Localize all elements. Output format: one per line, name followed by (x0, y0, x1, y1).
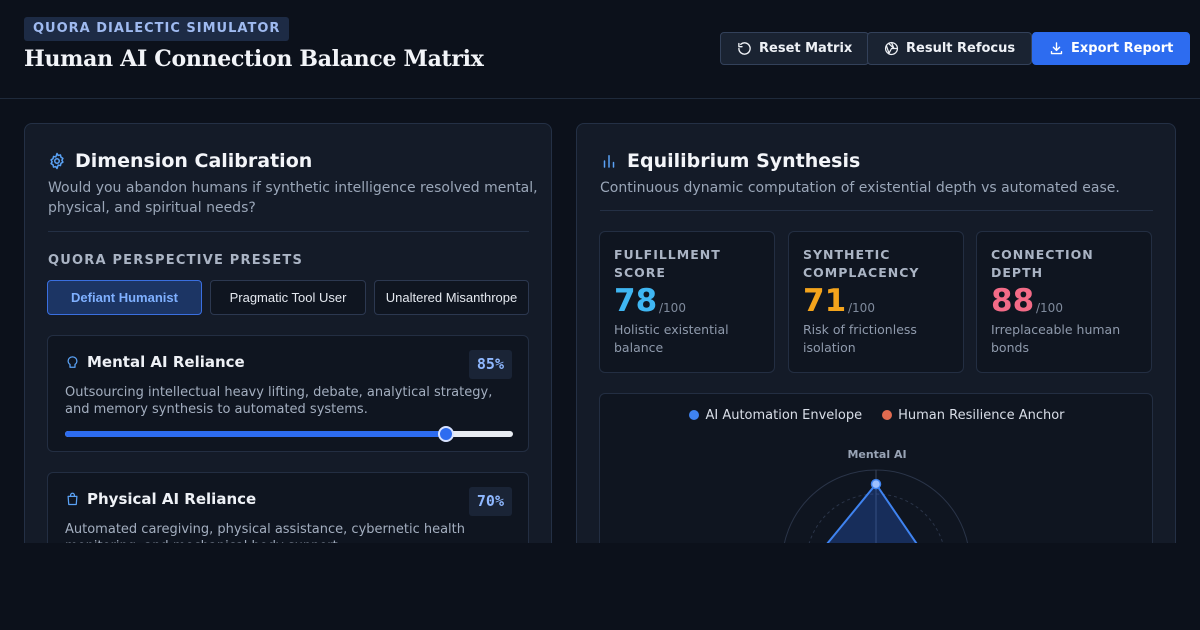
shopping-bag-icon (67, 492, 78, 505)
viewport-bottom (0, 543, 1200, 630)
synthetic-complacency-description: Risk of frictionless isolation (803, 322, 917, 355)
equilibrium-synthesis-panel: Equilibrium Synthesis Continuous dynamic… (576, 123, 1176, 593)
mental-reliance-title: Mental AI Reliance (87, 353, 245, 371)
rotate-ccw-icon (738, 42, 751, 55)
connection-depth-label: CONNECTION DEPTH (991, 247, 1094, 280)
synthesis-title: Equilibrium Synthesis (627, 150, 861, 172)
connection-depth-value: 88 (991, 283, 1035, 319)
connection-depth-description: Irreplaceable human bonds (991, 322, 1121, 355)
synthesis-divider (600, 210, 1153, 211)
export-report-button[interactable]: Export Report (1032, 32, 1191, 65)
result-refocus-label: Result Refocus (906, 41, 1016, 56)
preset-defiant-humanist[interactable]: Defiant Humanist (47, 280, 202, 315)
fulfillment-score-card: FULFILLMENT SCORE 78 /100 Holistic exist… (599, 231, 775, 373)
calibration-subtitle: Would you abandon humans if synthetic in… (48, 180, 538, 216)
ai-mental-point (870, 478, 882, 490)
mental-reliance-percent: 85% (468, 350, 512, 379)
physical-reliance-header: Physical AI Reliance (65, 490, 256, 508)
reset-matrix-button[interactable]: Reset Matrix (720, 32, 870, 65)
gear-icon (50, 152, 64, 170)
synthetic-complacency-label: SYNTHETIC COMPLACENCY (803, 247, 920, 280)
calibration-header: Dimension Calibration (48, 150, 312, 172)
synthetic-complacency-value: 71 (803, 283, 847, 319)
calibration-title: Dimension Calibration (75, 150, 313, 172)
result-refocus-button[interactable]: Result Refocus (867, 32, 1033, 65)
fulfillment-score-label: FULFILLMENT SCORE (614, 247, 721, 280)
physical-reliance-title: Physical AI Reliance (87, 490, 257, 508)
mental-reliance-description: Outsourcing intellectual heavy lifting, … (65, 385, 493, 417)
mental-slider-fill (65, 431, 446, 437)
connection-depth-card: CONNECTION DEPTH 88 /100 Irreplaceable h… (976, 231, 1152, 373)
preset-unaltered-misanthrope[interactable]: Unaltered Misanthrope (374, 280, 529, 315)
synthetic-complacency-card: SYNTHETIC COMPLACENCY 71 /100 Risk of fr… (788, 231, 964, 373)
presets-label: QUORA PERSPECTIVE PRESETS (48, 253, 304, 268)
fulfillment-score-value: 78 (614, 283, 658, 319)
app-badge: QUORA DIALECTIC SIMULATOR (24, 17, 290, 41)
mental-slider-thumb[interactable] (437, 426, 454, 442)
fulfillment-score-description: Holistic existential balance (614, 322, 729, 355)
mental-reliance-slider[interactable] (65, 426, 513, 442)
synthesis-subtitle: Continuous dynamic computation of existe… (600, 180, 1120, 196)
download-icon (1050, 42, 1063, 55)
fulfillment-score-max: /100 (659, 301, 686, 315)
dimension-calibration-panel: Dimension Calibration Would you abandon … (24, 123, 552, 589)
page-title: Human AI Connection Balance Matrix (24, 46, 484, 72)
export-report-label: Export Report (1071, 41, 1174, 56)
bar-chart-icon (603, 155, 615, 168)
brain-icon (67, 355, 78, 368)
connection-depth-max: /100 (1036, 301, 1063, 315)
mental-reliance-card: Mental AI Reliance 85% Outsourcing intel… (47, 335, 529, 452)
app-header: QUORA DIALECTIC SIMULATOR Human AI Conne… (0, 0, 1200, 99)
calibration-divider (48, 231, 529, 232)
synthetic-complacency-max: /100 (848, 301, 875, 315)
physical-reliance-percent: 70% (468, 487, 512, 516)
preset-pragmatic-tool-user[interactable]: Pragmatic Tool User (210, 280, 366, 315)
reset-matrix-label: Reset Matrix (759, 41, 853, 56)
synthesis-header: Equilibrium Synthesis (600, 150, 860, 172)
mental-reliance-header: Mental AI Reliance (65, 353, 245, 371)
aperture-icon (884, 41, 899, 56)
